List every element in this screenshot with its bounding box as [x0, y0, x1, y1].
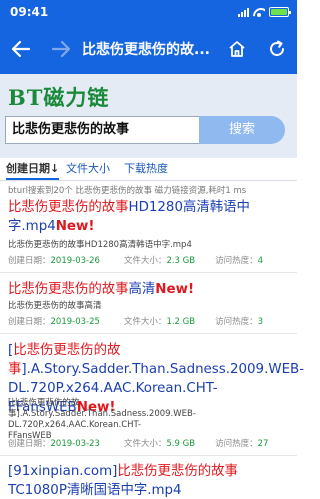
- arrow-left-icon: [11, 40, 31, 58]
- result-title-link[interactable]: 比悲伤更悲伤的故事高清New!: [8, 280, 292, 299]
- result-title-link[interactable]: 比悲伤更悲伤的故事HD1280高清韩语中字.mp4New!: [8, 198, 292, 236]
- result-meta: 创建日期：2019-03-23 文件大小：5.9 GB 访问热度：27: [8, 439, 269, 449]
- home-icon: [229, 41, 245, 57]
- site-header: BT磁力链 比悲伤更悲伤的故事 搜索: [0, 74, 297, 158]
- result-description: [比悲伤更悲伤的故事].A.Story.Sadder.Than.Sadness.…: [8, 398, 196, 441]
- signal-icon: [238, 7, 249, 17]
- sort-arrow-icon: ↓: [50, 162, 60, 175]
- status-icons: [238, 7, 291, 17]
- battery-icon: [269, 7, 291, 17]
- browser-nav-bar: 比悲伤更悲伤的故...: [0, 24, 297, 74]
- page-title: 比悲伤更悲伤的故...: [82, 42, 210, 58]
- access-heat: 3: [257, 317, 264, 327]
- new-badge: New!: [155, 282, 195, 297]
- tab-sort-heat[interactable]: 下载热度: [124, 158, 168, 180]
- result-title-link[interactable]: [91xinpian.com]比悲伤更悲伤的故事TC1080P清晰国语中字.mp…: [8, 462, 292, 499]
- search-summary: bturl搜索到20个 比悲伤更悲伤的故事 磁力链接资源,耗时1 ms: [8, 186, 247, 196]
- new-badge: New!: [55, 219, 95, 234]
- refresh-button[interactable]: [264, 36, 290, 62]
- tab-sort-size[interactable]: 文件大小: [66, 158, 110, 180]
- divider: [0, 333, 297, 334]
- back-button[interactable]: [8, 36, 34, 62]
- arrow-right-icon: [51, 40, 71, 58]
- search-input[interactable]: 比悲伤更悲伤的故事: [5, 116, 201, 144]
- status-bar: 09:41: [0, 0, 297, 24]
- divider: [0, 272, 297, 273]
- result-meta: 创建日期：2019-03-25 文件大小：1.2 GB 访问热度：3: [8, 317, 264, 327]
- tab-label: 创建日期: [6, 162, 50, 175]
- result-description: 比悲伤更悲伤的故事HD1280高清韩语中字.mp4: [8, 240, 192, 250]
- file-size: 1.2 GB: [166, 317, 196, 327]
- keyword-highlight: 比悲伤更悲伤的故事: [8, 200, 129, 215]
- created-date: 2019-03-23: [50, 439, 100, 449]
- result-description: 比悲伤更悲伤的故事高清: [8, 301, 102, 311]
- access-heat: 27: [257, 439, 269, 449]
- site-logo[interactable]: BT磁力链: [8, 82, 109, 112]
- created-date: 2019-03-25: [50, 317, 100, 327]
- forward-button[interactable]: [48, 36, 74, 62]
- access-heat: 4: [257, 256, 264, 266]
- status-time: 09:41: [10, 5, 49, 19]
- created-date: 2019-03-26: [50, 256, 100, 266]
- divider: [0, 455, 297, 456]
- keyword-highlight: 比悲伤更悲伤的故事: [8, 282, 129, 297]
- wifi-icon: [253, 8, 265, 17]
- keyword-highlight: 比悲伤更悲伤的故事: [117, 464, 238, 479]
- refresh-icon: [270, 40, 284, 56]
- file-size: 5.9 GB: [166, 439, 196, 449]
- result-meta: 创建日期：2019-03-26 文件大小：2.3 GB 访问热度：4: [8, 256, 264, 266]
- sort-tabs: 创建日期↓ 文件大小 下载热度: [0, 158, 297, 181]
- file-size: 2.3 GB: [166, 256, 196, 266]
- search-button[interactable]: 搜索: [199, 116, 285, 144]
- tab-sort-created[interactable]: 创建日期↓: [6, 158, 60, 180]
- home-button[interactable]: [224, 36, 250, 62]
